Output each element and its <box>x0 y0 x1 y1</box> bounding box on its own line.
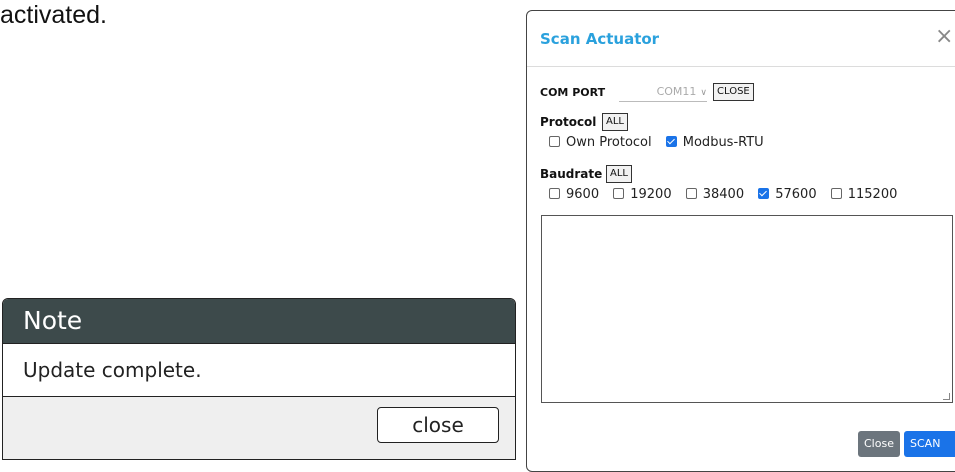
protocol-option-label: Own Protocol <box>566 135 652 150</box>
baudrate-option-label: 9600 <box>566 187 600 202</box>
scan-button[interactable]: SCAN <box>904 431 955 457</box>
baudrate-option-label: 19200 <box>630 187 672 202</box>
note-dialog-footer: close <box>3 397 515 459</box>
checkbox-checked-icon <box>758 188 770 199</box>
protocol-option-own[interactable]: Own Protocol <box>549 135 652 150</box>
protocol-label: Protocol <box>540 115 597 129</box>
com-port-value: COM11 <box>656 85 697 98</box>
baudrate-option-57600[interactable]: 57600 <box>758 187 817 202</box>
checkbox-icon <box>685 188 697 199</box>
com-port-label: COM PORT <box>540 86 606 99</box>
modal-header-divider <box>527 66 955 67</box>
checkbox-icon <box>549 136 560 147</box>
baudrate-option-19200[interactable]: 19200 <box>613 187 672 202</box>
baudrate-option-38400[interactable]: 38400 <box>685 187 745 202</box>
baudrate-options: 9600 19200 38400 57600 115200 <box>549 187 907 202</box>
baudrate-label: Baudrate <box>540 167 603 181</box>
com-port-select[interactable]: COM11 ∨ <box>619 83 707 102</box>
baudrate-option-label: 57600 <box>775 187 817 202</box>
baudrate-option-9600[interactable]: 9600 <box>549 187 599 202</box>
protocol-all-button[interactable]: ALL <box>602 113 628 131</box>
note-dialog: Note Update complete. close <box>2 298 516 460</box>
baudrate-all-button[interactable]: ALL <box>606 165 632 183</box>
note-close-button[interactable]: close <box>377 407 499 443</box>
checkbox-icon <box>549 188 560 199</box>
checkbox-icon <box>830 188 842 199</box>
modal-title: Scan Actuator <box>540 30 660 48</box>
scan-log-textarea[interactable] <box>541 215 953 403</box>
com-close-button[interactable]: CLOSE <box>713 83 754 101</box>
protocol-options: Own Protocol Modbus-RTU <box>549 135 774 150</box>
modal-close-button[interactable]: Close <box>858 431 900 457</box>
resize-handle-icon[interactable] <box>943 393 950 400</box>
checkbox-checked-icon <box>665 136 677 147</box>
baudrate-option-label: 38400 <box>702 187 745 202</box>
note-dialog-message: Update complete. <box>3 343 515 397</box>
baudrate-option-115200[interactable]: 115200 <box>830 187 898 202</box>
protocol-option-modbus[interactable]: Modbus-RTU <box>665 135 764 150</box>
close-icon[interactable]: × <box>935 24 953 50</box>
protocol-option-label: Modbus-RTU <box>682 135 764 150</box>
note-dialog-title: Note <box>3 299 515 343</box>
background-text: activated. <box>0 1 108 29</box>
checkbox-icon <box>613 188 625 199</box>
baudrate-option-label: 115200 <box>847 187 898 202</box>
chevron-down-icon: ∨ <box>700 88 707 98</box>
scan-actuator-modal: Scan Actuator × COM PORT COM11 ∨ CLOSE Pr… <box>526 10 955 472</box>
